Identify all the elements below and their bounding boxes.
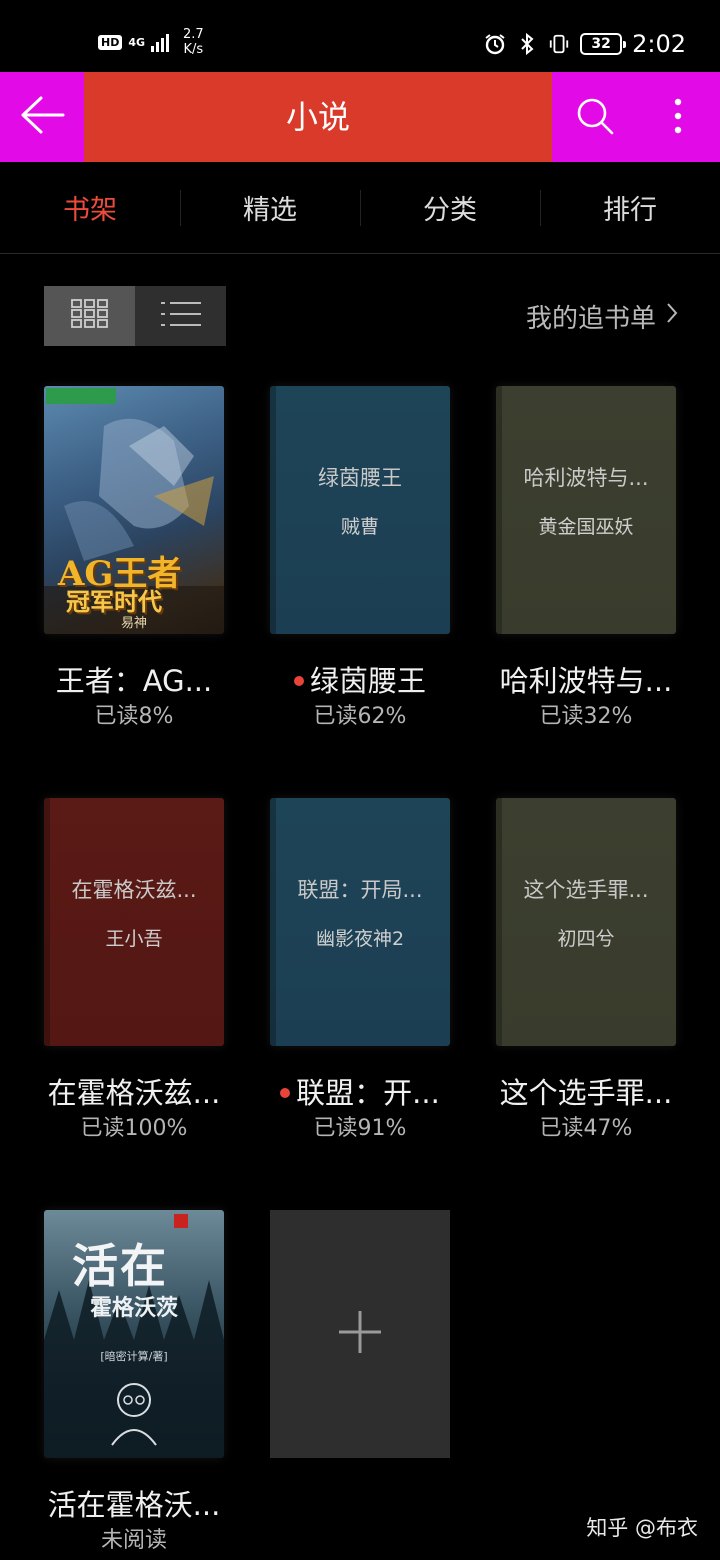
network-speed: 2.7 K/s [183, 27, 204, 57]
battery-icon: 32 [580, 33, 627, 55]
cover-title: 绿茵腰王 [318, 466, 402, 490]
book-title: 活在霍格沃... [24, 1482, 244, 1524]
cover-author: 易神 [120, 616, 147, 631]
app-bar: 小说 [0, 72, 720, 162]
watermark: 知乎 @布衣 [586, 1516, 698, 1540]
update-dot [293, 676, 304, 686]
clock: 2:02 [632, 30, 686, 58]
book-cover[interactable]: 绿茵腰王 贼曹 [270, 386, 450, 634]
grid-view-button[interactable] [44, 286, 135, 346]
hd-badge: HD [98, 34, 123, 50]
list-view-button[interactable] [135, 286, 226, 346]
reading-progress: 已读100% [80, 1116, 188, 1141]
book-title-text: 哈利波特与... [499, 664, 673, 698]
add-book-button[interactable] [270, 1210, 450, 1458]
reading-progress: 已读47% [539, 1116, 633, 1141]
book-cover[interactable]: 这个选手罪... 初四兮 [496, 798, 676, 1046]
status-right: 32 2:02 [484, 26, 686, 62]
view-mode-toggle [44, 286, 226, 346]
book-cover[interactable]: 哈利波特与... 黄金国巫妖 [496, 386, 676, 634]
page-title: 小说 [285, 98, 350, 136]
tab-bar: 书架 精选 分类 排行 [0, 162, 720, 254]
signal-icon [151, 32, 170, 52]
cover-author: [暗密计算/著] [100, 1350, 168, 1363]
cover-title: 在霍格沃兹... [71, 878, 197, 902]
cover-author: 初四兮 [557, 928, 615, 950]
cover-title: 联盟：开局... [297, 878, 423, 902]
book-title-text: 在霍格沃兹... [47, 1076, 221, 1110]
cover-title: 活在 [72, 1239, 168, 1293]
alarm-icon [484, 33, 506, 55]
reading-progress: 未阅读 [100, 1528, 167, 1553]
status-bar: HD 4G 2.7 K/s 32 2:02 [0, 0, 720, 72]
update-dot [280, 1088, 291, 1098]
book-cover[interactable]: 在霍格沃兹... 王小吾 [44, 798, 224, 1046]
search-button[interactable] [572, 95, 618, 141]
book-cover[interactable]: AG王者 冠军时代 易神 [44, 386, 224, 634]
book-title-text: 绿茵腰王 [309, 664, 426, 698]
book-cover[interactable]: 活在 霍格沃茨 [暗密计算/著] [44, 1210, 224, 1458]
book-title-text: 活在霍格沃... [47, 1488, 221, 1522]
chevron-right-icon [666, 301, 678, 331]
book-title: 联盟：开... [250, 1070, 470, 1112]
book-title-text: 这个选手罪... [499, 1076, 673, 1110]
reading-progress: 已读32% [539, 704, 633, 729]
back-arrow-icon [19, 95, 65, 139]
tab-featured[interactable]: 精选 [180, 162, 360, 253]
reading-progress: 已读91% [313, 1116, 407, 1141]
cover-title: 哈利波特与... [523, 466, 649, 490]
grid-view-icon [70, 299, 109, 333]
book-title: 绿茵腰王 [250, 658, 470, 700]
list-view-icon [160, 299, 202, 333]
more-vertical-icon [673, 96, 683, 140]
tab-bookshelf[interactable]: 书架 [0, 162, 180, 253]
my-reading-list-label: 我的追书单 [525, 303, 656, 334]
my-reading-list-link[interactable]: 我的追书单 [526, 296, 678, 336]
cover-subtitle: 霍格沃茨 [89, 1295, 178, 1321]
book-title: 这个选手罪... [476, 1070, 696, 1112]
cover-author: 黄金国巫妖 [538, 516, 634, 538]
speed-unit: K/s [183, 42, 204, 57]
book-title: 在霍格沃兹... [24, 1070, 244, 1112]
cover-author: 王小吾 [105, 928, 163, 950]
search-icon [575, 96, 615, 140]
book-title-text: 王者：AG... [55, 664, 213, 698]
book-title-text: 联盟：开... [296, 1076, 440, 1110]
cover-author: 贼曹 [340, 516, 379, 538]
book-title: 王者：AG... [24, 658, 244, 700]
status-left: HD 4G 2.7 K/s [98, 22, 204, 62]
speed-value: 2.7 [183, 27, 204, 42]
reading-progress: 已读8% [94, 704, 174, 729]
network-type: 4G [128, 35, 146, 49]
tab-rankings[interactable]: 排行 [540, 162, 720, 253]
vibrate-icon [548, 33, 570, 55]
back-button[interactable] [0, 72, 84, 162]
plus-icon [337, 1309, 383, 1359]
cover-author: 幽影夜神2 [315, 928, 405, 950]
cover-title: 这个选手罪... [523, 878, 649, 902]
book-title: 哈利波特与... [476, 658, 696, 700]
tab-categories[interactable]: 分类 [360, 162, 540, 253]
reading-progress: 已读62% [313, 704, 407, 729]
app-bar-actions [552, 72, 720, 162]
more-button[interactable] [658, 95, 698, 141]
bluetooth-icon [516, 33, 538, 55]
book-cover[interactable]: 联盟：开局... 幽影夜神2 [270, 798, 450, 1046]
